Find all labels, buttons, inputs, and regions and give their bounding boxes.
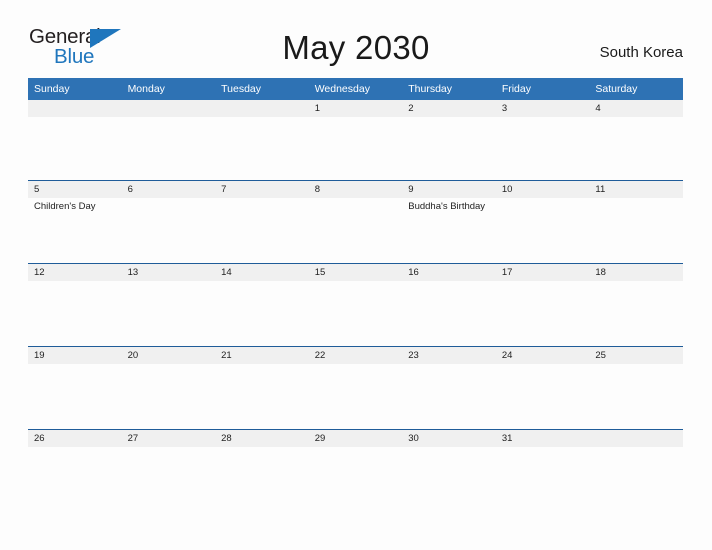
week-event-row: Children's Day Buddha's Birthday bbox=[28, 198, 683, 264]
holiday-label: Children's Day bbox=[34, 201, 96, 212]
week-number-row: 1234 bbox=[28, 100, 683, 117]
day-number-cell[interactable]: 17 bbox=[495, 263, 590, 281]
weekday-header-saturday: Saturday bbox=[589, 78, 683, 100]
day-number-cell[interactable]: 14 bbox=[215, 263, 309, 281]
day-event-cell[interactable] bbox=[402, 364, 496, 430]
day-event-cell[interactable] bbox=[215, 198, 309, 264]
weekday-header-row: Sunday Monday Tuesday Wednesday Thursday… bbox=[28, 78, 683, 100]
calendar-body: 1 2 3 4 5 6 7 8 9 10 11 Children's Day Buddha's Birt… bbox=[28, 100, 683, 510]
day-number-cell[interactable]: 27 bbox=[121, 429, 216, 447]
page-header: General Blue May 2030 South Korea bbox=[0, 0, 712, 76]
day-number-cell[interactable]: 2 bbox=[402, 100, 496, 117]
day-number-cell[interactable]: 13 bbox=[121, 263, 216, 281]
day-event-cell[interactable] bbox=[28, 447, 122, 510]
day-number-cell[interactable]: 10 bbox=[495, 180, 590, 198]
day-number-cell[interactable] bbox=[121, 100, 216, 117]
weekday-header-monday: Monday bbox=[121, 78, 216, 100]
day-event-cell[interactable] bbox=[308, 117, 403, 181]
day-number-cell[interactable]: 19 bbox=[28, 346, 122, 364]
country-label: South Korea bbox=[599, 44, 683, 61]
day-event-cell[interactable] bbox=[308, 281, 403, 347]
week-event-row bbox=[28, 447, 683, 510]
day-number-cell[interactable] bbox=[215, 100, 309, 117]
day-number-cell[interactable]: 20 bbox=[121, 346, 216, 364]
day-event-cell[interactable]: Buddha's Birthday bbox=[402, 198, 496, 264]
day-number-cell[interactable]: 23 bbox=[402, 346, 496, 364]
day-number-cell[interactable]: 8 bbox=[308, 180, 403, 198]
day-number-cell[interactable]: 4 bbox=[589, 100, 683, 117]
week-number-row: 19 20 21 22 23 24 25 bbox=[28, 346, 683, 364]
weekday-header-friday: Friday bbox=[495, 78, 590, 100]
day-event-cell[interactable] bbox=[121, 117, 216, 181]
day-number-cell[interactable]: 1 bbox=[308, 100, 403, 117]
day-number-cell[interactable]: 5 bbox=[28, 180, 122, 198]
week-event-row bbox=[28, 364, 683, 430]
day-event-cell[interactable] bbox=[402, 447, 496, 510]
week-event-row bbox=[28, 117, 683, 181]
week-number-row: 5 6 7 8 9 10 11 bbox=[28, 180, 683, 198]
day-event-cell[interactable] bbox=[402, 117, 496, 181]
day-event-cell[interactable] bbox=[121, 364, 216, 430]
month-calendar: Sunday Monday Tuesday Wednesday Thursday… bbox=[28, 78, 683, 510]
day-number-cell[interactable]: 16 bbox=[402, 263, 496, 281]
weekday-header: Sunday Monday Tuesday Wednesday Thursday… bbox=[28, 78, 683, 100]
day-event-cell[interactable] bbox=[28, 117, 122, 181]
weekday-header-tuesday: Tuesday bbox=[215, 78, 309, 100]
day-number-cell[interactable]: 6 bbox=[121, 180, 216, 198]
day-number-cell[interactable]: 11 bbox=[589, 180, 683, 198]
day-number-cell[interactable]: 24 bbox=[495, 346, 590, 364]
day-event-cell[interactable] bbox=[589, 117, 683, 181]
day-event-cell[interactable] bbox=[495, 198, 590, 264]
day-event-cell[interactable] bbox=[495, 281, 590, 347]
day-number-cell[interactable]: 22 bbox=[308, 346, 403, 364]
day-event-cell[interactable] bbox=[121, 198, 216, 264]
week-event-row bbox=[28, 281, 683, 347]
weekday-header-sunday: Sunday bbox=[28, 78, 122, 100]
day-event-cell[interactable] bbox=[495, 447, 590, 510]
holiday-label: Buddha's Birthday bbox=[408, 201, 486, 212]
day-event-cell[interactable] bbox=[121, 281, 216, 347]
day-event-cell[interactable] bbox=[589, 198, 683, 264]
day-event-cell[interactable] bbox=[28, 281, 122, 347]
day-number-cell[interactable]: 25 bbox=[589, 346, 683, 364]
day-event-cell[interactable] bbox=[308, 447, 403, 510]
week-number-row: 26 27 28 29 30 31 bbox=[28, 429, 683, 447]
day-number-cell[interactable]: 18 bbox=[589, 263, 683, 281]
day-event-cell[interactable]: Children's Day bbox=[28, 198, 122, 264]
day-event-cell[interactable] bbox=[215, 447, 309, 510]
day-event-cell[interactable] bbox=[589, 447, 683, 510]
day-number-cell[interactable]: 7 bbox=[215, 180, 309, 198]
day-event-cell[interactable] bbox=[215, 117, 309, 181]
weekday-header-thursday: Thursday bbox=[402, 78, 496, 100]
day-number-cell[interactable]: 21 bbox=[215, 346, 309, 364]
day-number-cell[interactable]: 29 bbox=[308, 429, 403, 447]
day-event-cell[interactable] bbox=[215, 364, 309, 430]
day-number-cell[interactable]: 9 bbox=[402, 180, 496, 198]
day-event-cell[interactable] bbox=[28, 364, 122, 430]
day-event-cell[interactable] bbox=[589, 281, 683, 347]
day-number-cell[interactable]: 31 bbox=[495, 429, 590, 447]
week-number-row: 12 13 14 15 16 17 18 bbox=[28, 263, 683, 281]
weekday-header-wednesday: Wednesday bbox=[308, 78, 403, 100]
day-event-cell[interactable] bbox=[495, 364, 590, 430]
day-number-cell[interactable] bbox=[28, 100, 122, 117]
calendar-page: General Blue May 2030 South Korea Sunday… bbox=[0, 0, 712, 550]
day-event-cell[interactable] bbox=[215, 281, 309, 347]
day-number-cell[interactable]: 12 bbox=[28, 263, 122, 281]
day-event-cell[interactable] bbox=[589, 364, 683, 430]
day-number-cell[interactable] bbox=[589, 429, 683, 447]
day-number-cell[interactable]: 15 bbox=[308, 263, 403, 281]
day-event-cell[interactable] bbox=[402, 281, 496, 347]
day-number-cell[interactable]: 30 bbox=[402, 429, 496, 447]
day-event-cell[interactable] bbox=[308, 198, 403, 264]
day-number-cell[interactable]: 28 bbox=[215, 429, 309, 447]
day-event-cell[interactable] bbox=[121, 447, 216, 510]
day-event-cell[interactable] bbox=[308, 364, 403, 430]
day-event-cell[interactable] bbox=[495, 117, 590, 181]
day-number-cell[interactable]: 3 bbox=[495, 100, 590, 117]
day-number-cell[interactable]: 26 bbox=[28, 429, 122, 447]
